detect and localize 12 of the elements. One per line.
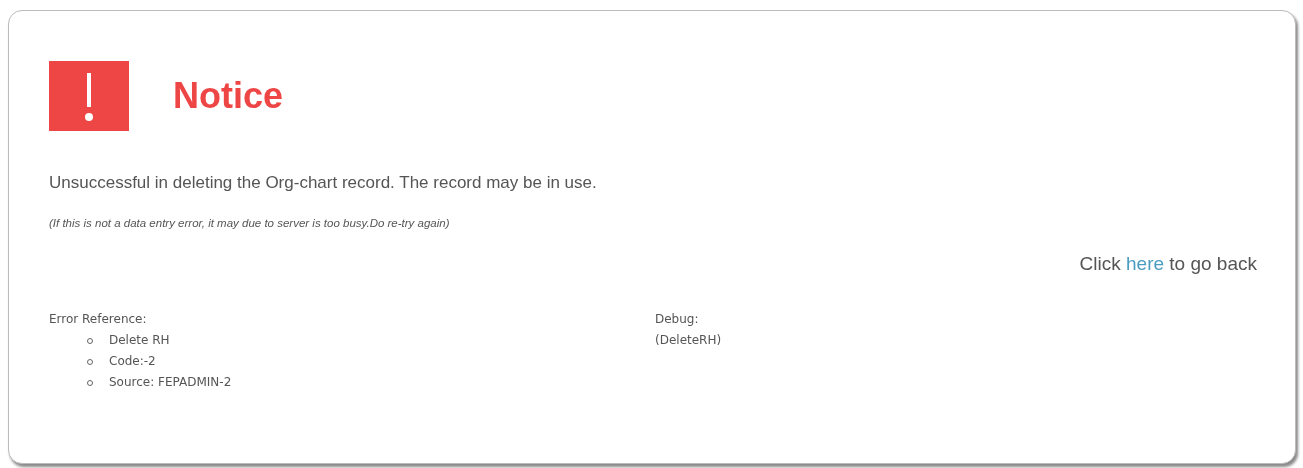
error-reference-label: Error Reference:	[49, 311, 148, 328]
go-back-text: Click here to go back	[1079, 253, 1257, 275]
debug-value: (DeleteRH)	[655, 332, 722, 349]
debug-label: Debug:	[655, 311, 700, 328]
notice-title: Notice	[173, 75, 284, 117]
error-message: Unsuccessful in deleting the Org-chart record. The record may be in use.	[49, 173, 598, 193]
help-note: (If this is not a data entry error, it may due to server is too busy.Do re-try again)	[49, 217, 451, 229]
error-reference-item: Delete RH	[109, 332, 170, 349]
error-reference-item: Code:-2	[109, 353, 156, 370]
warning-icon	[49, 61, 129, 131]
error-reference-item: Source: FEPADMIN-2	[109, 374, 232, 391]
here-link[interactable]: here	[1126, 253, 1165, 274]
